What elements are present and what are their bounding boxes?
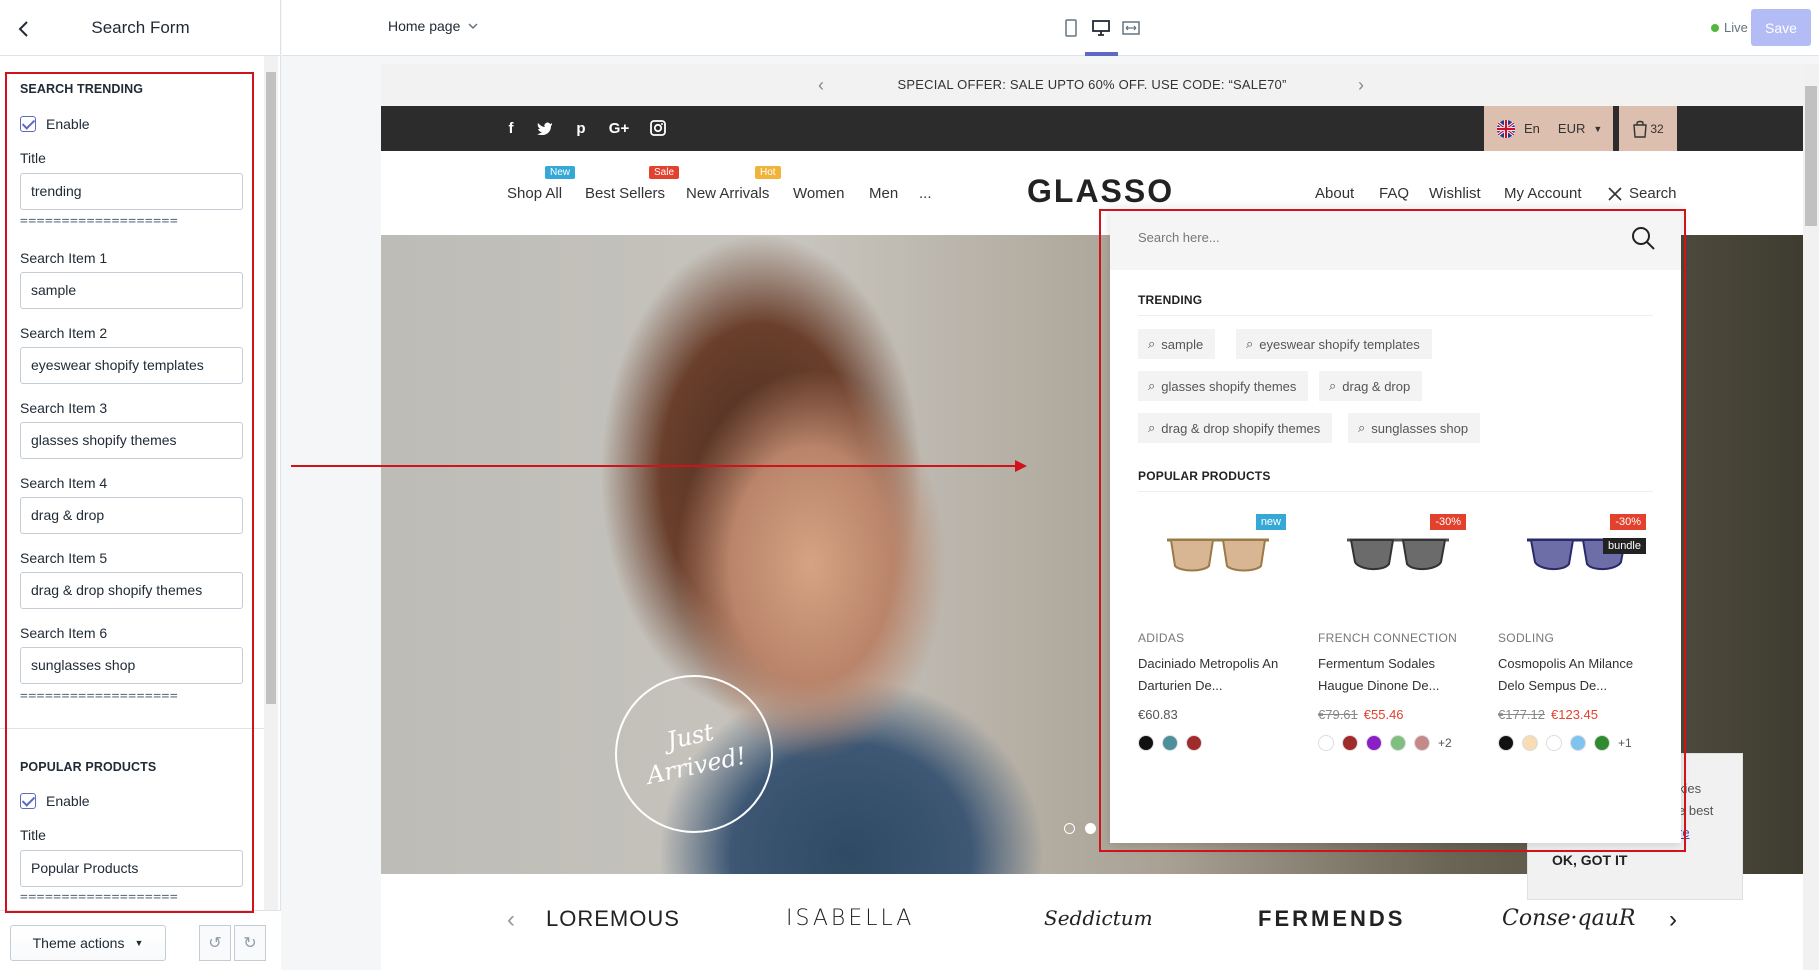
nav-more[interactable]: ... (919, 185, 932, 202)
page-selector-label: Home page (388, 18, 461, 34)
nav-badge-sale: Sale (649, 166, 680, 179)
sidebar-header: Search Form (0, 0, 281, 56)
annotation-box-search (1099, 209, 1686, 852)
fullscreen-view-icon[interactable] (1120, 17, 1142, 39)
top-strip: f p G+ En EUR ▼ 32 (381, 106, 1803, 151)
editor-topbar: Home page Live Save (282, 0, 1819, 56)
chevron-right-icon[interactable]: › (1669, 906, 1677, 934)
caret-down-icon: ▼ (134, 938, 144, 948)
chevron-left-icon[interactable]: ‹ (507, 906, 515, 934)
cart-button[interactable]: 32 (1619, 106, 1677, 151)
desktop-view-icon[interactable] (1090, 17, 1112, 39)
brand-logo[interactable]: Seddictum (1044, 906, 1153, 930)
preview-scrollbar[interactable] (1803, 64, 1819, 970)
nav-label: Best Sellers (585, 185, 666, 202)
nav-label: Shop All (507, 185, 563, 202)
brand-logo[interactable]: LOREMOUS (546, 906, 680, 932)
nav-shop-all[interactable]: New Shop All (507, 166, 576, 202)
slide-dot[interactable] (1064, 823, 1075, 834)
mobile-view-icon[interactable] (1060, 17, 1082, 39)
nav-wishlist[interactable]: Wishlist (1429, 185, 1481, 202)
live-dot-icon (1711, 23, 1719, 32)
brand-logo[interactable]: FERMENDS (1258, 906, 1405, 932)
scrollbar-thumb[interactable] (266, 72, 276, 704)
theme-actions-button[interactable]: Theme actions ▼ (10, 925, 166, 961)
just-arrived-badge: Just Arrived! (600, 660, 788, 848)
instagram-icon[interactable] (649, 119, 667, 137)
redo-icon: ↻ (243, 935, 257, 952)
brand-logo[interactable]: Conse·qauR (1502, 906, 1635, 931)
language-currency-selector[interactable]: En EUR ▼ (1484, 106, 1613, 151)
nav-badge-new: New (545, 166, 576, 179)
announcement-bar: ‹ SPECIAL OFFER: SALE UPTO 60% OFF. USE … (381, 64, 1803, 106)
cookie-accept-button[interactable]: OK, GOT IT (1552, 852, 1627, 868)
active-view-indicator (1085, 52, 1118, 56)
undo-icon: ↺ (208, 935, 222, 952)
live-label: Live (1724, 20, 1748, 35)
uk-flag-icon (1497, 119, 1515, 138)
scrollbar-thumb[interactable] (1805, 86, 1817, 226)
undo-button[interactable]: ↺ (199, 925, 231, 961)
store-logo[interactable]: GLASSO (1027, 173, 1174, 210)
sidebar-footer: Theme actions ▼ ↺ ↻ (0, 910, 281, 970)
chevron-down-icon: ▼ (1593, 123, 1603, 134)
nav-men[interactable]: Men (869, 185, 898, 202)
nav-badge-hot: Hot (755, 166, 781, 179)
brand-logo[interactable]: ISABELLA (786, 906, 914, 931)
sidebar-title: Search Form (91, 18, 190, 37)
close-icon (1608, 186, 1622, 201)
currency-label: EUR (1557, 121, 1586, 136)
twitter-icon[interactable] (536, 119, 554, 137)
chevron-down-icon (468, 23, 478, 30)
chevron-right-icon[interactable]: › (1358, 76, 1364, 94)
nav-search-label: Search (1629, 185, 1677, 202)
theme-actions-label: Theme actions (32, 935, 125, 951)
nav-my-account[interactable]: My Account (1504, 185, 1582, 202)
slideshow-dots (1064, 823, 1096, 834)
google-plus-icon[interactable]: G+ (607, 119, 631, 137)
pinterest-icon[interactable]: p (572, 119, 590, 137)
cart-count: 32 (1650, 121, 1664, 136)
nav-faq[interactable]: FAQ (1379, 185, 1409, 202)
facebook-icon[interactable]: f (502, 119, 520, 137)
nav-women[interactable]: Women (793, 185, 844, 202)
annotation-box-settings (5, 72, 254, 913)
annotation-arrow-head-icon (1015, 460, 1027, 472)
nav-new-arrivals[interactable]: Hot New Arrivals (686, 166, 781, 202)
redo-button[interactable]: ↻ (234, 925, 266, 961)
nav-best-sellers[interactable]: Sale Best Sellers (585, 166, 680, 202)
live-status: Live (1711, 20, 1748, 35)
save-button[interactable]: Save (1751, 9, 1811, 46)
chevron-left-icon[interactable]: ‹ (818, 76, 824, 94)
nav-label: New Arrivals (686, 185, 770, 202)
announcement-text: SPECIAL OFFER: SALE UPTO 60% OFF. USE CO… (897, 77, 1287, 92)
nav-search[interactable]: Search (1607, 185, 1677, 202)
annotation-arrow-line (291, 465, 1021, 467)
page-selector[interactable]: Home page (388, 18, 478, 34)
language-label: En (1524, 121, 1540, 136)
shopping-bag-icon (1633, 120, 1648, 138)
sidebar-scrollbar[interactable] (264, 56, 278, 910)
nav-about[interactable]: About (1315, 185, 1354, 202)
slide-dot-active[interactable] (1085, 823, 1096, 834)
